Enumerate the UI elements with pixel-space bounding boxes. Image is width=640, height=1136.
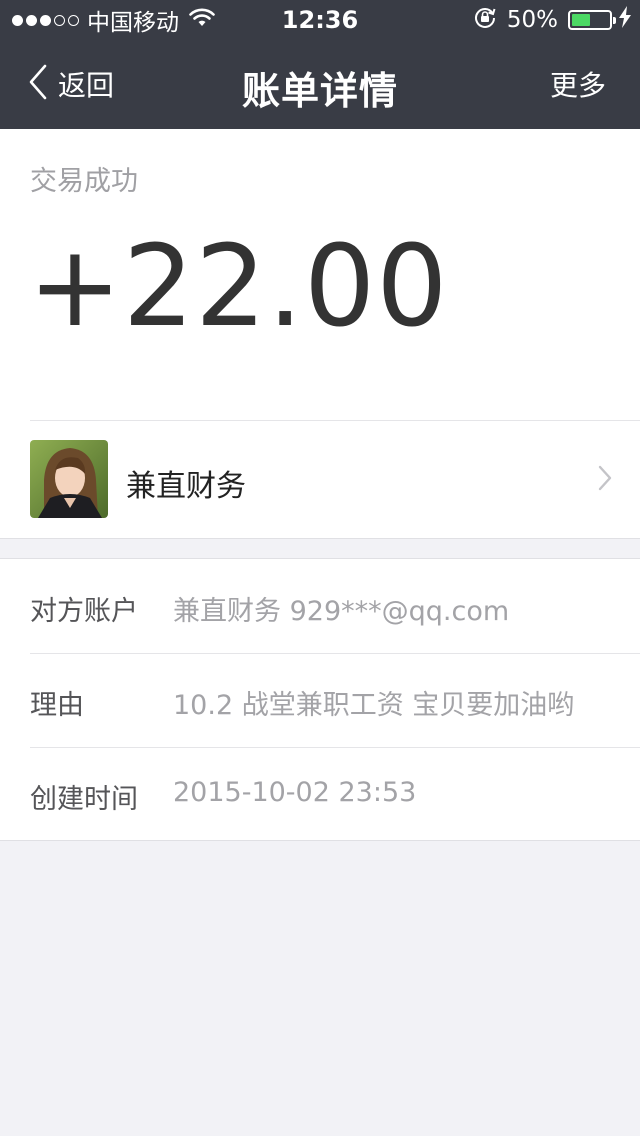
transaction-details: 对方账户 兼直财务 929***@qq.com 理由 10.2 战堂兼职工资 宝… — [0, 558, 640, 841]
detail-row-reason: 理由 10.2 战堂兼职工资 宝贝要加油哟 — [0, 653, 640, 747]
page-title: 账单详情 — [241, 69, 398, 113]
detail-label: 理由 — [30, 690, 84, 721]
detail-row-account: 对方账户 兼直财务 929***@qq.com — [0, 559, 640, 653]
chevron-right-icon — [598, 465, 612, 495]
battery-icon — [568, 10, 616, 30]
status-right: 50% — [473, 6, 632, 34]
payer-name: 兼直财务 — [126, 469, 246, 504]
detail-row-created-time: 创建时间 2015-10-02 23:53 — [0, 747, 640, 841]
navigation-bar: 返回 账单详情 更多 — [0, 40, 640, 129]
detail-value: 2015-10-02 23:53 — [173, 777, 417, 808]
transaction-amount: +22.00 — [28, 222, 449, 352]
battery-percent: 50% — [506, 7, 558, 33]
detail-value: 兼直财务 929***@qq.com — [173, 596, 510, 627]
transaction-status: 交易成功 — [30, 166, 138, 197]
status-bar: 中国移动 12:36 50% — [0, 0, 640, 40]
battery-tip — [613, 17, 616, 24]
avatar — [30, 440, 108, 518]
transaction-summary: 交易成功 +22.00 兼直财务 — [0, 129, 640, 539]
detail-value: 10.2 战堂兼职工资 宝贝要加油哟 — [173, 690, 575, 721]
app-header: 中国移动 12:36 50% 返回 账单详情 更多 — [0, 0, 640, 129]
payer-row[interactable]: 兼直财务 — [0, 421, 640, 538]
battery-level-fill — [572, 14, 590, 26]
charging-bolt-icon — [618, 6, 632, 34]
rotation-lock-icon — [473, 5, 497, 35]
detail-label: 对方账户 — [30, 596, 138, 627]
more-button[interactable]: 更多 — [550, 64, 606, 104]
detail-label: 创建时间 — [30, 784, 138, 815]
